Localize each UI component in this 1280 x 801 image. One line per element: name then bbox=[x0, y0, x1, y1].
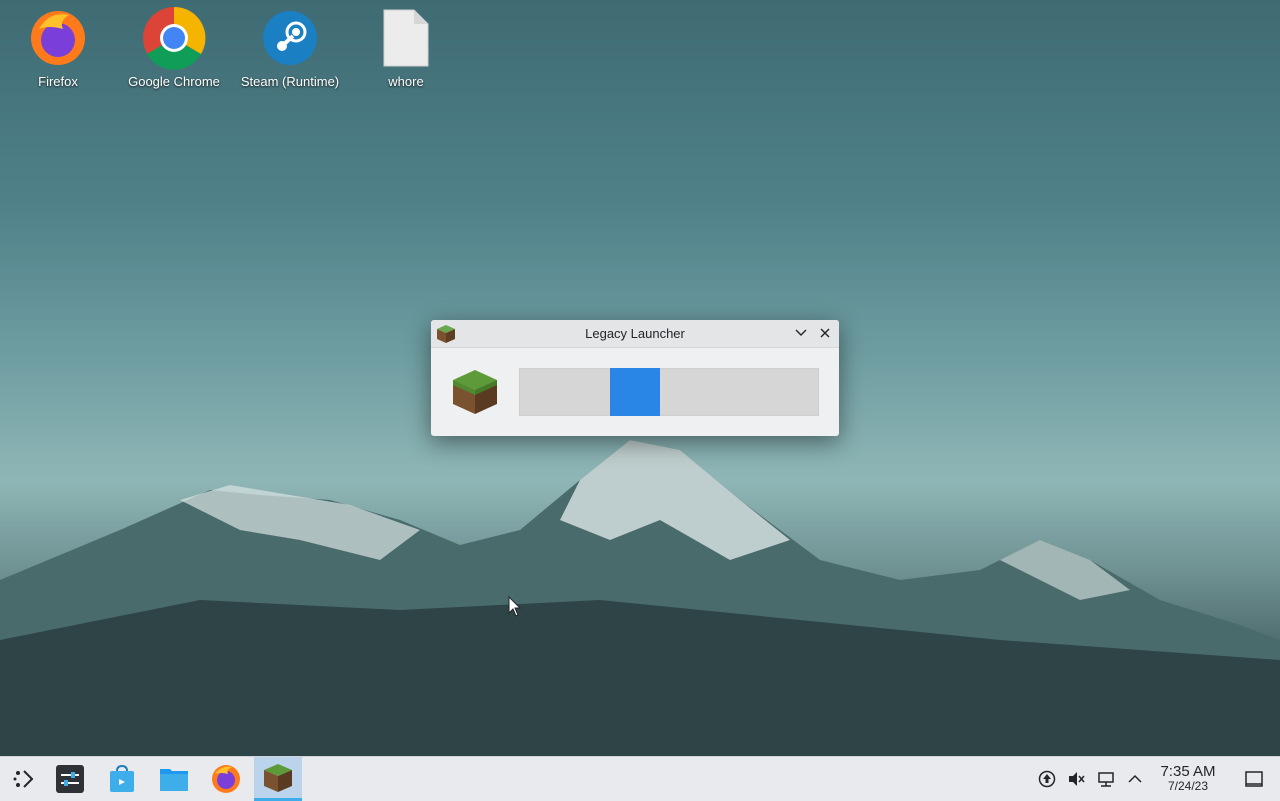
close-button[interactable] bbox=[817, 325, 833, 341]
store-icon bbox=[110, 765, 134, 792]
settings-icon bbox=[56, 765, 84, 793]
update-icon bbox=[1038, 770, 1056, 788]
desktop-icon-label: Google Chrome bbox=[128, 74, 220, 89]
volume-tray-icon[interactable] bbox=[1066, 769, 1086, 789]
show-desktop-button[interactable] bbox=[1244, 769, 1264, 789]
file-icon bbox=[374, 6, 438, 70]
desktop-icon-label: Steam (Runtime) bbox=[240, 74, 340, 89]
desktop-icon-steam[interactable]: Steam (Runtime) bbox=[235, 6, 345, 89]
clock-date: 7/24/23 bbox=[1167, 779, 1209, 793]
loading-progress-bar bbox=[519, 368, 819, 416]
desktop-icon-label: whore bbox=[388, 74, 424, 89]
window-titlebar[interactable]: Legacy Launcher bbox=[431, 320, 839, 348]
show-desktop-icon bbox=[1245, 771, 1263, 787]
taskbar-legacy-launcher[interactable] bbox=[254, 757, 302, 801]
launcher-icon bbox=[13, 770, 34, 788]
taskbar-discover[interactable] bbox=[98, 757, 146, 801]
application-launcher-button[interactable] bbox=[0, 757, 48, 801]
taskbar-system-settings[interactable] bbox=[46, 757, 94, 801]
taskbar: 7:35 AM 7/24/23 bbox=[0, 756, 1280, 801]
desktop-icon-firefox[interactable]: Firefox bbox=[3, 6, 113, 89]
desktop-icon-file[interactable]: whore bbox=[351, 6, 461, 89]
update-tray-icon[interactable] bbox=[1037, 769, 1057, 789]
taskbar-file-manager[interactable] bbox=[150, 757, 198, 801]
clock-time: 7:35 AM bbox=[1160, 763, 1216, 780]
taskbar-firefox[interactable] bbox=[202, 757, 250, 801]
minecraft-grass-block-icon bbox=[451, 368, 499, 416]
desktop-icon-label: Firefox bbox=[38, 74, 78, 89]
minimize-button[interactable] bbox=[793, 325, 809, 341]
tray-expand-button[interactable] bbox=[1125, 769, 1145, 789]
mouse-cursor-icon bbox=[508, 596, 522, 617]
network-icon bbox=[1098, 772, 1114, 787]
chrome-icon bbox=[142, 6, 206, 70]
legacy-launcher-window: Legacy Launcher bbox=[431, 320, 839, 436]
folder-icon bbox=[160, 769, 188, 791]
chevron-down-icon bbox=[795, 329, 807, 336]
minecraft-grass-block-icon bbox=[264, 763, 292, 792]
chevron-up-icon bbox=[1128, 774, 1142, 783]
close-icon bbox=[820, 328, 830, 338]
minecraft-grass-block-icon bbox=[436, 324, 456, 344]
window-content bbox=[431, 348, 839, 436]
volume-muted-icon bbox=[1069, 772, 1085, 786]
desktop-icon-google-chrome[interactable]: Google Chrome bbox=[119, 6, 229, 89]
firefox-icon bbox=[212, 765, 240, 793]
progress-indicator bbox=[610, 368, 660, 416]
digital-clock[interactable]: 7:35 AM 7/24/23 bbox=[1152, 763, 1224, 793]
steam-icon bbox=[258, 6, 322, 70]
firefox-icon bbox=[26, 6, 90, 70]
window-title: Legacy Launcher bbox=[585, 326, 685, 341]
network-tray-icon[interactable] bbox=[1096, 769, 1116, 789]
